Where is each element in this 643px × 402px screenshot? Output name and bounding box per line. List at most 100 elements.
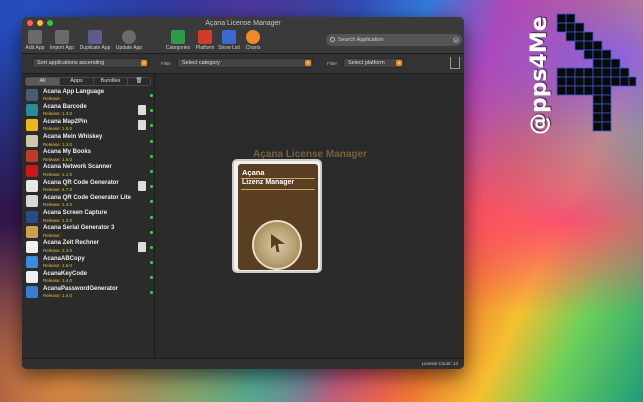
list-item[interactable]: Acana Screen Capture Release: 1.3.0 xyxy=(22,210,154,225)
platform-button[interactable]: Platform xyxy=(194,30,216,51)
app-icon xyxy=(26,195,38,208)
app-icon xyxy=(26,119,38,132)
chevron-down-icon: ▾ xyxy=(305,60,311,66)
app-name: Acana Serial Generator 3 xyxy=(43,225,115,232)
update-app-icon xyxy=(122,30,136,44)
list-item[interactable]: Acana Zeit Rechner Release: 2.3.0 xyxy=(22,240,154,255)
clear-search-icon[interactable]: × xyxy=(453,37,459,43)
status-dot-icon xyxy=(150,245,153,249)
app-name: Acana Screen Capture xyxy=(43,210,108,216)
app-name: AcanaPasswordGenerator xyxy=(43,285,119,292)
app-release: Release: 1.6.0 xyxy=(43,263,73,269)
document-icon[interactable] xyxy=(138,105,146,116)
app-icon xyxy=(26,134,38,147)
app-icon xyxy=(26,210,38,223)
charts-button[interactable]: Charts xyxy=(242,30,264,51)
search-icon xyxy=(330,37,335,42)
app-name: Acana My Books xyxy=(43,149,92,156)
list-item[interactable]: Acana QR Code Generator Release: 4.7.0 xyxy=(22,179,154,194)
box-brand: Açana xyxy=(242,168,265,177)
trash-icon[interactable]: 🗑 xyxy=(128,78,150,85)
app-release: Release: 2.3.0 xyxy=(43,247,73,253)
app-name: AcanaKeyCode xyxy=(43,270,88,277)
document-icon[interactable] xyxy=(138,181,146,192)
share-button[interactable] xyxy=(450,57,460,69)
category-dropdown[interactable]: Select category ▾ xyxy=(177,58,313,68)
list-item[interactable]: Acana QR Code Generator Lite Release: 1.4… xyxy=(22,194,154,209)
tab-all[interactable]: All xyxy=(26,78,60,85)
status-dot-icon xyxy=(150,169,153,173)
app-name: Acana Mein Whiskey xyxy=(43,134,103,141)
tab-apps[interactable]: Apps xyxy=(60,78,94,85)
categories-icon xyxy=(171,30,185,44)
app-name: Acana Network Scanner xyxy=(43,164,112,171)
app-list: Acana App Language Release: Acana Barcode R… xyxy=(22,88,154,301)
app-release: Release: 1.3.0 xyxy=(43,217,73,223)
app-icon xyxy=(26,149,38,162)
app-icon xyxy=(26,180,38,193)
show-list-button[interactable]: Show List xyxy=(217,30,241,51)
duplicate-app-button[interactable]: Duplicate App xyxy=(78,30,112,51)
status-dot-icon xyxy=(150,261,153,265)
show-list-icon xyxy=(222,30,236,44)
app-icon xyxy=(26,240,38,253)
chevron-down-icon: ▾ xyxy=(396,60,402,66)
list-item[interactable]: Acana Serial Generator 3 Release: xyxy=(22,225,154,240)
list-item[interactable]: Acana Map2Pin Release: 1.6.0 xyxy=(22,118,154,133)
categories-button[interactable]: Categories xyxy=(164,30,192,51)
app-release: Release: 1.4.0 xyxy=(43,202,73,208)
list-item[interactable]: AcanaPasswordGenerator Release: 1.4.0 xyxy=(22,285,154,300)
app-release: Release: 1.4.0 xyxy=(43,293,73,299)
app-name: Acana QR Code Generator Lite xyxy=(43,194,132,201)
tab-bundles[interactable]: Bundles xyxy=(94,78,128,85)
app-release: Release: xyxy=(43,96,61,101)
status-dot-icon xyxy=(150,215,153,219)
app-name: Acana Barcode xyxy=(43,103,87,110)
app-name: AcanaABCopy xyxy=(43,255,85,262)
status-dot-icon xyxy=(150,154,153,158)
status-dot-icon xyxy=(150,139,153,143)
document-icon[interactable] xyxy=(138,241,146,252)
status-dot-icon xyxy=(150,185,153,189)
list-item[interactable]: Acana Barcode Release: 1.3.0 xyxy=(22,103,154,118)
search-input[interactable]: Search Application × xyxy=(326,34,462,46)
charts-icon xyxy=(246,30,260,44)
app-window: Açana License Manager Add App Import App… xyxy=(22,17,464,369)
toolbar: Add App Import App Duplicate App Update … xyxy=(22,30,464,54)
minimize-window-button[interactable] xyxy=(37,20,43,26)
list-item[interactable]: Acana My Books Release: 1.6.0 xyxy=(22,149,154,164)
import-app-button[interactable]: Import App xyxy=(48,30,76,51)
chevron-down-icon: ▾ xyxy=(141,60,147,66)
detail-pane: Açana License Manager Açana Lizenz Manag… xyxy=(156,74,464,358)
list-item[interactable]: Acana App Language Release: xyxy=(22,88,154,103)
status-dot-icon xyxy=(150,109,153,113)
app-release: Release: 1.6.0 xyxy=(43,126,73,132)
status-dot-icon xyxy=(150,276,153,280)
document-icon[interactable] xyxy=(138,120,146,131)
sort-dropdown[interactable]: Sort applications ascending ▾ xyxy=(32,58,149,68)
update-app-button[interactable]: Update App xyxy=(114,30,144,51)
platform-icon xyxy=(198,30,212,44)
platform-dropdown[interactable]: Select platform ▾ xyxy=(343,58,404,68)
close-window-button[interactable] xyxy=(27,20,33,26)
add-app-button[interactable]: Add App xyxy=(24,30,46,51)
app-release: Release: xyxy=(43,232,61,238)
status-dot-icon xyxy=(150,200,153,204)
box-product: Lizenz Manager xyxy=(242,179,295,186)
app-release: Release: 1.3.0 xyxy=(43,111,73,117)
product-box-image: Açana Lizenz Manager xyxy=(232,159,322,273)
list-item[interactable]: Acana Network Scanner Release: 1.1.0 xyxy=(22,164,154,179)
status-dot-icon xyxy=(150,291,153,295)
list-item[interactable]: AcanaKeyCode Release: 1.4.0 xyxy=(22,270,154,285)
status-dot-icon xyxy=(150,230,153,234)
title-bar: Açana License Manager xyxy=(22,17,464,30)
add-app-icon xyxy=(28,30,42,44)
app-icon xyxy=(26,104,38,117)
zoom-window-button[interactable] xyxy=(47,20,53,26)
list-item[interactable]: AcanaABCopy Release: 1.6.0 xyxy=(22,255,154,270)
filter-label: Filter xyxy=(327,61,337,66)
window-title: Açana License Manager xyxy=(205,20,281,27)
app-name: Acana QR Code Generator xyxy=(43,179,119,186)
list-item[interactable]: Acana Mein Whiskey Release: 1.3.0 xyxy=(22,134,154,149)
app-release: Release: 1.1.0 xyxy=(43,171,73,177)
